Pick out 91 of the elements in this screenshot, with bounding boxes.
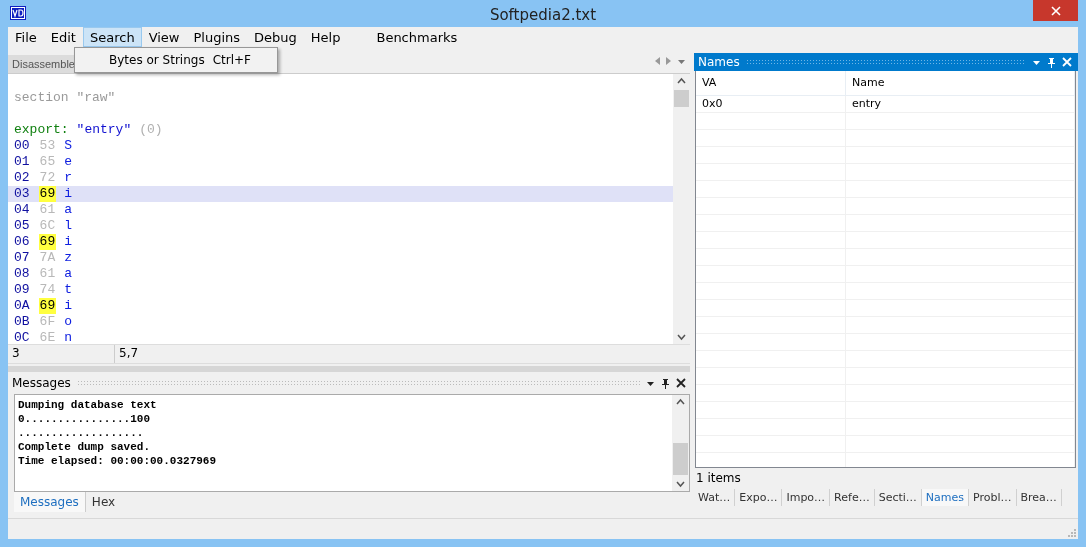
message-line: ................... xyxy=(18,426,145,440)
byte-char: a xyxy=(64,202,73,218)
byte-offset: 02 xyxy=(14,170,30,186)
hex-byte: 69 xyxy=(38,186,57,202)
hex-byte: 7A xyxy=(38,250,57,266)
hex-byte: 53 xyxy=(38,138,57,154)
column-header[interactable]: Name xyxy=(846,71,1075,95)
shortcut-text: Ctrl+F xyxy=(212,53,251,67)
hex-byte: 69 xyxy=(38,298,57,314)
hex-byte: 69 xyxy=(38,234,57,250)
byte-char: t xyxy=(64,282,73,298)
code-text: section "raw" xyxy=(14,90,116,106)
close-icon xyxy=(1050,5,1061,16)
window-title: Softpedia2.txt xyxy=(489,6,597,24)
panel-tab[interactable]: Expo… xyxy=(735,488,783,506)
panel-tab[interactable]: Wat… xyxy=(694,488,736,506)
menu-item[interactable]: Help xyxy=(303,27,348,47)
menu-item[interactable]: Search xyxy=(82,27,142,47)
byte-offset: 0C xyxy=(14,330,30,344)
panel-tab[interactable]: Brea… xyxy=(1016,488,1062,506)
menu-item[interactable]: File xyxy=(8,27,44,47)
item-count-text: 1 items xyxy=(695,470,742,487)
resize-grip-icon[interactable] xyxy=(1067,528,1076,537)
menu-entry-label: Bytes or Strings xyxy=(109,53,205,67)
line-number-text: 3 xyxy=(8,345,115,363)
table-cell: entry xyxy=(846,96,1075,112)
hex-byte: 61 xyxy=(38,202,57,218)
panel-tab[interactable]: Messages xyxy=(14,492,86,512)
message-line: Complete dump saved. xyxy=(18,440,152,454)
byte-char: r xyxy=(64,170,73,186)
byte-offset: 0B xyxy=(14,314,30,330)
menu-item[interactable]: Plugins xyxy=(186,27,248,47)
panel-title: Names xyxy=(698,55,740,69)
message-line: Dumping database text xyxy=(18,398,158,412)
byte-offset: 06 xyxy=(14,234,30,250)
panel-tab[interactable]: Names xyxy=(921,488,969,506)
menu-entry[interactable]: Bytes or Strings Ctrl+F xyxy=(75,50,277,70)
scroll-right-icon[interactable] xyxy=(666,57,671,65)
byte-offset: 03 xyxy=(14,186,30,202)
byte-char: i xyxy=(64,234,73,250)
column-header[interactable]: VA xyxy=(696,71,846,95)
panel-title: Messages xyxy=(12,376,71,390)
byte-char: l xyxy=(64,218,73,234)
byte-char: i xyxy=(64,186,73,202)
byte-char: o xyxy=(64,314,73,330)
byte-offset: 05 xyxy=(14,218,30,234)
panel-tab[interactable]: Secti… xyxy=(874,488,922,506)
scrollbar-thumb[interactable] xyxy=(674,90,689,107)
message-line: Time elapsed: 00:00:00.0327969 xyxy=(18,454,218,468)
table-cell: 0x0 xyxy=(696,96,846,112)
message-line: 0................100 xyxy=(18,412,152,426)
code-text: (0) xyxy=(139,122,163,138)
byte-char: e xyxy=(64,154,73,170)
byte-offset: 0A xyxy=(14,298,30,314)
panel-tab[interactable]: Refe… xyxy=(830,488,875,506)
pin-icon[interactable] xyxy=(661,377,670,389)
scrollbar-thumb[interactable] xyxy=(673,443,688,475)
close-button[interactable] xyxy=(1033,0,1078,21)
byte-char: n xyxy=(64,330,73,344)
vertical-scrollbar[interactable] xyxy=(673,74,690,344)
panel-tab[interactable]: Hex xyxy=(85,492,122,512)
vertical-scrollbar[interactable] xyxy=(672,395,689,491)
hex-byte: 65 xyxy=(38,154,57,170)
app-logo-icon xyxy=(10,6,26,20)
menu-item[interactable]: Benchmarks xyxy=(369,27,465,47)
menu-item[interactable]: Debug xyxy=(247,27,304,47)
close-icon[interactable] xyxy=(676,378,686,388)
byte-char: i xyxy=(64,298,73,314)
byte-char: S xyxy=(64,138,73,154)
hex-byte: 6C xyxy=(38,218,57,234)
hex-byte: 72 xyxy=(38,170,57,186)
byte-char: z xyxy=(64,250,73,266)
hex-byte: 6F xyxy=(38,314,57,330)
hex-byte: 74 xyxy=(38,282,57,298)
menu-item[interactable]: Edit xyxy=(43,27,83,47)
byte-char: a xyxy=(64,266,73,282)
scroll-left-icon[interactable] xyxy=(655,57,660,65)
byte-offset: 01 xyxy=(14,154,30,170)
byte-offset: 00 xyxy=(14,138,30,154)
hex-byte: 6E xyxy=(38,330,57,344)
byte-offset: 07 xyxy=(14,250,30,266)
menu-item[interactable]: View xyxy=(141,27,187,47)
hex-byte: 61 xyxy=(38,266,57,282)
panel-tab[interactable]: Impo… xyxy=(782,488,831,506)
panel-tab[interactable]: Probl… xyxy=(969,488,1017,506)
byte-offset: 09 xyxy=(14,282,30,298)
position-text: 5,7 xyxy=(118,345,140,362)
code-string: "entry" xyxy=(76,122,132,138)
byte-offset: 08 xyxy=(14,266,30,282)
byte-offset: 04 xyxy=(14,202,30,218)
code-keyword: export: xyxy=(14,122,69,138)
